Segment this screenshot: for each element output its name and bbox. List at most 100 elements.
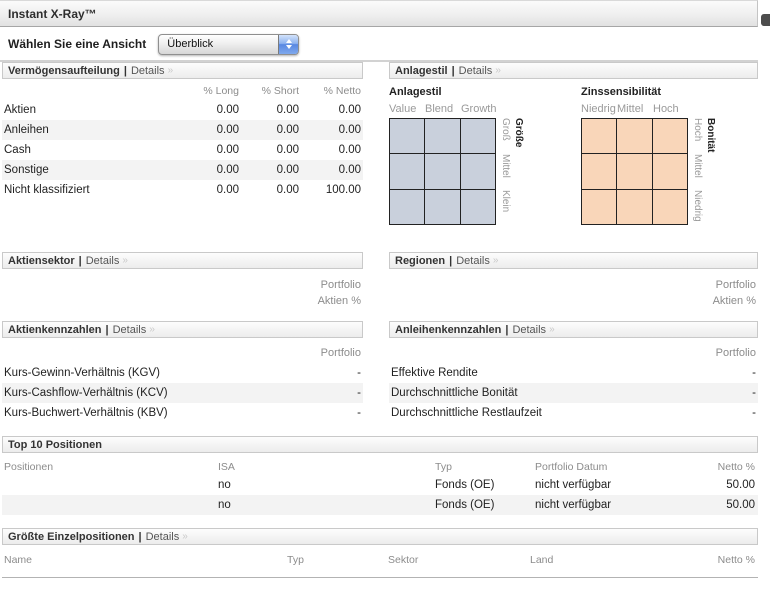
largest-positions-title: Größte Einzelpositionen	[8, 531, 135, 543]
col-name: Name	[4, 554, 287, 566]
section-largest-positions: Größte Einzelpositionen | Details ›› Nam…	[2, 528, 758, 578]
separator: |	[139, 531, 142, 543]
bottom-divider	[2, 577, 758, 578]
asset-allocation-column-headers: % Long % Short % Netto	[2, 82, 363, 100]
table-row: Nicht klassifiziert 0.00 0.00 100.00	[2, 180, 363, 200]
asset-allocation-header: Vermögensaufteilung | Details ››	[2, 62, 363, 79]
bond-style-grid	[581, 118, 688, 225]
largest-positions-column-headers: Name Typ Sektor Land Netto %	[2, 551, 758, 568]
table-row: no Fonds (OE) nicht verfügbar 50.00	[2, 475, 758, 495]
chevron-right-icon: ››	[549, 324, 554, 335]
style-details-link[interactable]: Details	[459, 65, 493, 77]
separator: |	[452, 65, 455, 77]
bond-style-col-labels: Niedrig Mittel Hoch	[581, 103, 716, 115]
table-row: Kurs-Buchwert-Verhältnis (KBV) -	[2, 403, 363, 423]
section-asset-allocation: Vermögensaufteilung | Details ›› % Long …	[2, 62, 363, 226]
style-header: Anlagestil | Details ››	[389, 62, 758, 79]
section-style: Anlagestil | Details ›› Anlagestil Value…	[389, 62, 758, 226]
col-short: % Short	[239, 85, 299, 97]
largest-positions-details-link[interactable]: Details	[146, 531, 180, 543]
equity-style-col-labels: Value Blend Growth	[389, 103, 524, 115]
equity-style-row-labels: Groß Mittel Klein	[500, 118, 511, 226]
stock-stats-column-header: Portfolio	[2, 347, 363, 363]
style-grid-cell	[425, 190, 459, 224]
equity-style-grid	[389, 118, 496, 225]
regions-column-header: Portfolio Aktien %	[389, 277, 758, 309]
separator: |	[449, 255, 452, 267]
stock-sector-column-header: Portfolio Aktien %	[2, 277, 363, 309]
bond-stats-column-header: Portfolio	[389, 347, 758, 363]
bond-stats-title: Anleihenkennzahlen	[395, 324, 501, 336]
style-grid-cell	[461, 119, 495, 153]
section-top10: Top 10 Positionen Positionen ISA Typ Por…	[2, 436, 758, 515]
scrollbar-thumb[interactable]	[761, 14, 770, 26]
view-select[interactable]: Überblick	[158, 34, 299, 55]
col-netto-pct: Netto %	[650, 554, 755, 566]
section-regions: Regionen | Details ›› Portfolio Aktien %	[389, 252, 758, 309]
scrollbar-track[interactable]	[758, 0, 770, 590]
top10-title: Top 10 Positionen	[8, 439, 102, 451]
chevron-right-icon: ››	[168, 65, 173, 76]
bond-stats-details-link[interactable]: Details	[512, 324, 546, 336]
separator: |	[106, 324, 109, 336]
style-grid-cell	[390, 119, 424, 153]
largest-positions-header: Größte Einzelpositionen | Details ››	[2, 528, 758, 545]
select-stepper-icon	[278, 35, 298, 54]
bond-style-box: Zinssensibilität Niedrig Mittel Hoch	[581, 86, 716, 226]
table-row: Durchschnittliche Restlaufzeit -	[389, 403, 758, 423]
table-row: Durchschnittliche Bonität -	[389, 383, 758, 403]
arrow-down-icon	[286, 45, 292, 49]
stock-stats-header: Aktienkennzahlen | Details ››	[2, 321, 363, 338]
table-row: Cash 0.00 0.00 0.00	[2, 140, 363, 160]
col-typ: Typ	[287, 554, 388, 566]
stock-sector-details-link[interactable]: Details	[86, 255, 120, 267]
top10-header: Top 10 Positionen	[2, 436, 758, 453]
style-grid-cell	[425, 119, 459, 153]
table-row: Effektive Rendite -	[389, 363, 758, 383]
separator: |	[79, 255, 82, 267]
style-grid-cell	[582, 154, 616, 188]
table-row: Kurs-Gewinn-Verhältnis (KGV) -	[2, 363, 363, 383]
chevron-right-icon: ››	[182, 531, 187, 542]
equity-style-box: Anlagestil Value Blend Growth	[389, 86, 524, 226]
bond-style-axis-label: Bonität	[705, 118, 716, 226]
table-row: Sonstige 0.00 0.00 0.00	[2, 160, 363, 180]
table-row: Kurs-Cashflow-Verhältnis (KCV) -	[2, 383, 363, 403]
view-select-value: Überblick	[159, 35, 278, 54]
style-grid-cell	[390, 190, 424, 224]
section-stock-stats: Aktienkennzahlen | Details ›› Portfolio …	[2, 321, 363, 423]
chevron-right-icon: ››	[122, 255, 127, 266]
page-title: Instant X-Ray™	[8, 7, 97, 21]
col-portfolio-datum: Portfolio Datum	[535, 461, 652, 473]
section-stock-sector: Aktiensektor | Details ›› Portfolio Akti…	[2, 252, 363, 309]
separator: |	[124, 65, 127, 77]
bond-style-row-labels: Hoch Mittel Niedrig	[692, 118, 703, 226]
stock-sector-header: Aktiensektor | Details ››	[2, 252, 363, 269]
stock-stats-details-link[interactable]: Details	[113, 324, 147, 336]
style-grid-cell	[461, 190, 495, 224]
bond-style-box-title: Zinssensibilität	[581, 86, 716, 98]
asset-allocation-details-link[interactable]: Details	[131, 65, 165, 77]
section-bond-stats: Anleihenkennzahlen | Details ›› Portfoli…	[389, 321, 758, 423]
chevron-right-icon: ››	[495, 65, 500, 76]
style-grid-cell	[653, 119, 687, 153]
style-grid-cell	[390, 154, 424, 188]
view-select-label: Wählen Sie eine Ansicht	[8, 37, 146, 51]
asset-allocation-title: Vermögensaufteilung	[8, 65, 120, 77]
chevron-right-icon: ››	[149, 324, 154, 335]
top10-column-headers: Positionen ISA Typ Portfolio Datum Netto…	[2, 458, 758, 475]
app-header: Instant X-Ray™	[0, 0, 758, 27]
style-grid-cell	[653, 154, 687, 188]
style-grid-cell	[653, 190, 687, 224]
stock-sector-title: Aktiensektor	[8, 255, 75, 267]
col-typ: Typ	[435, 461, 535, 473]
bond-stats-header: Anleihenkennzahlen | Details ››	[389, 321, 758, 338]
regions-details-link[interactable]: Details	[456, 255, 490, 267]
stock-stats-title: Aktienkennzahlen	[8, 324, 102, 336]
col-netto: % Netto	[299, 85, 361, 97]
style-grid-cell	[617, 154, 651, 188]
col-long: % Long	[179, 85, 239, 97]
style-grid-cell	[582, 119, 616, 153]
style-grid-cell	[582, 190, 616, 224]
col-isa: ISA	[218, 461, 435, 473]
